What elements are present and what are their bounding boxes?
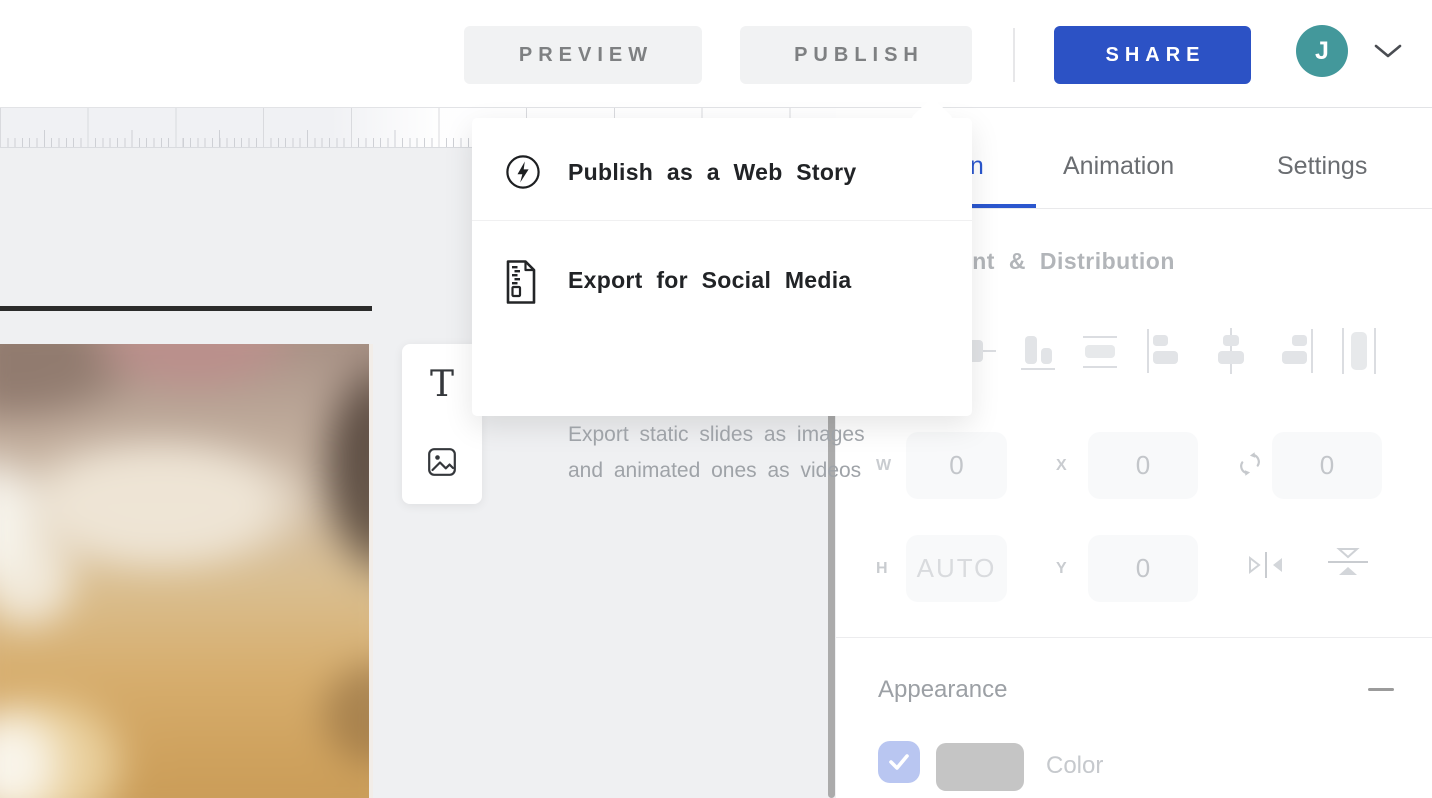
- color-swatch[interactable]: [936, 743, 1024, 791]
- menu-item-publish-web-story[interactable]: Publish as a Web Story: [472, 118, 972, 220]
- collapse-section-icon[interactable]: [1368, 688, 1394, 691]
- chevron-down-icon[interactable]: [1372, 42, 1404, 62]
- y-label: Y: [1056, 560, 1067, 578]
- header-divider: [1013, 28, 1015, 82]
- description-line: Export static slides as images: [568, 417, 865, 453]
- y-input[interactable]: 0: [1088, 535, 1198, 602]
- zip-file-icon: [503, 259, 539, 305]
- y-value: 0: [1136, 553, 1150, 584]
- x-value: 0: [1136, 450, 1150, 481]
- height-input[interactable]: AUTO: [906, 535, 1007, 602]
- flip-horizontal-icon[interactable]: [1246, 550, 1286, 580]
- height-value: AUTO: [917, 553, 997, 584]
- rotation-value: 0: [1320, 450, 1334, 481]
- publish-button[interactable]: PUBLISH: [740, 26, 972, 84]
- menu-item-export-social[interactable]: Export for Social Media Export static sl…: [472, 221, 972, 416]
- tab-settings[interactable]: Settings: [1277, 150, 1367, 182]
- publish-menu: Publish as a Web Story Export for Social…: [472, 118, 972, 416]
- menu-item-title: Export for Social Media: [568, 266, 852, 294]
- distribute-vertical-icon[interactable]: [1082, 328, 1122, 374]
- lightning-circle-icon: [504, 153, 542, 191]
- color-checkbox[interactable]: [878, 741, 920, 783]
- distribute-horizontal-icon[interactable]: [1340, 328, 1380, 374]
- align-bottom-icon[interactable]: [1020, 328, 1060, 374]
- section-divider: [836, 637, 1432, 638]
- dog-photo-element[interactable]: [0, 344, 373, 798]
- width-label: W: [876, 457, 891, 475]
- menu-item-title: Publish as a Web Story: [568, 158, 857, 186]
- text-tool-icon[interactable]: T: [402, 352, 482, 416]
- editor-window: T Design Animation Settings Alignment & …: [0, 0, 1432, 798]
- share-button[interactable]: SHARE: [1054, 26, 1251, 84]
- appearance-section-title: Appearance: [878, 676, 1007, 704]
- canvas-line-element[interactable]: [0, 306, 372, 311]
- flip-vertical-icon[interactable]: [1326, 546, 1370, 578]
- rotation-input[interactable]: 0: [1272, 432, 1382, 499]
- image-tool-icon[interactable]: [402, 430, 482, 494]
- description-line: and animated ones as videos: [568, 453, 865, 489]
- x-label: X: [1056, 457, 1067, 475]
- rotation-icon[interactable]: [1238, 452, 1262, 476]
- tab-animation[interactable]: Animation: [1063, 150, 1174, 182]
- align-left-icon[interactable]: [1146, 328, 1186, 374]
- checkmark-icon: [886, 751, 912, 773]
- dog-photo-blur: [0, 344, 373, 798]
- align-right-icon[interactable]: [1276, 328, 1316, 374]
- align-center-icon[interactable]: [1212, 328, 1252, 374]
- top-bar: PREVIEW PUBLISH SHARE J: [0, 0, 1432, 108]
- menu-item-description: Export static slides as images and anima…: [568, 417, 865, 489]
- height-label: H: [876, 560, 888, 578]
- x-input[interactable]: 0: [1088, 432, 1198, 499]
- avatar[interactable]: J: [1296, 25, 1348, 77]
- color-label: Color: [1046, 752, 1103, 780]
- insert-toolbar: T: [402, 344, 482, 504]
- preview-button[interactable]: PREVIEW: [464, 26, 702, 84]
- width-value: 0: [949, 450, 963, 481]
- width-input[interactable]: 0: [906, 432, 1007, 499]
